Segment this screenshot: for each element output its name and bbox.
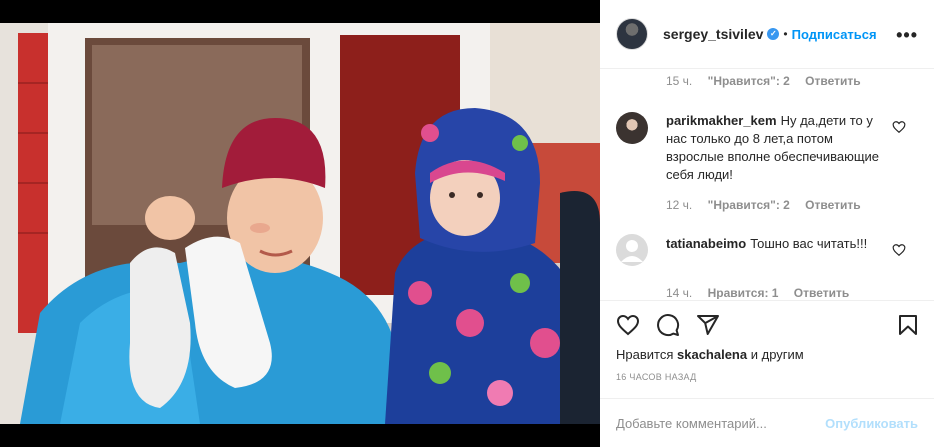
comment-meta: 15 ч. "Нравится": 2 Ответить — [666, 74, 873, 88]
post-sidebar: sergey_tsivilev ✓ • Подписаться ••• 15 ч… — [600, 0, 934, 447]
author-username[interactable]: sergey_tsivilev — [663, 26, 763, 42]
comment-time[interactable]: 15 ч. — [666, 74, 692, 88]
likes-summary: Нравится skachalena и другим — [616, 347, 804, 362]
comment-input[interactable]: Добавьте комментарий... — [616, 416, 825, 431]
post-timestamp[interactable]: 16 ЧАСОВ НАЗАД — [616, 372, 697, 382]
comment-meta: 14 ч. Нравится: 1 Ответить — [666, 286, 861, 299]
comment-likes[interactable]: "Нравится": 2 — [708, 198, 790, 212]
likes-user[interactable]: skachalena — [677, 347, 747, 362]
comment-time[interactable]: 14 ч. — [666, 286, 692, 299]
header-separator: • — [783, 27, 788, 41]
comment-meta: 12 ч. "Нравится": 2 Ответить — [666, 198, 873, 212]
comment-body: parikmakher_kem Ну да,дети то у нас тольк… — [666, 112, 886, 184]
more-icon[interactable]: ••• — [896, 25, 918, 46]
bookmark-icon[interactable] — [896, 313, 920, 337]
photo-image — [0, 23, 600, 424]
reply-button[interactable]: Ответить — [805, 198, 860, 212]
post-header: sergey_tsivilev ✓ • Подписаться ••• — [600, 0, 934, 69]
author-avatar[interactable] — [616, 18, 648, 50]
comment-text: Тошно вас читать!!! — [750, 236, 868, 251]
add-comment-bar: Добавьте комментарий... Опубликовать — [600, 398, 934, 447]
comment-likes[interactable]: "Нравится": 2 — [708, 74, 790, 88]
comment-like-heart-icon[interactable] — [892, 120, 906, 134]
default-avatar-icon — [621, 240, 643, 262]
comment-icon[interactable] — [656, 313, 680, 337]
verified-icon: ✓ — [767, 28, 780, 40]
reply-button[interactable]: Ответить — [794, 286, 849, 299]
post-photo[interactable] — [0, 23, 600, 424]
heart-icon[interactable] — [616, 313, 640, 337]
comment-avatar-default[interactable] — [616, 234, 648, 266]
reply-button[interactable]: Ответить — [805, 74, 860, 88]
comments-list[interactable]: 15 ч. "Нравится": 2 Ответить parikmakher… — [600, 70, 934, 299]
likes-prefix: Нравится — [616, 347, 674, 362]
likes-suffix[interactable]: и другим — [751, 347, 804, 362]
comment-like-heart-icon[interactable] — [892, 243, 906, 257]
publish-button[interactable]: Опубликовать — [825, 416, 918, 431]
share-icon[interactable] — [696, 313, 720, 337]
comment-likes[interactable]: Нравится: 1 — [708, 286, 779, 299]
comment-username[interactable]: tatianabeimo — [666, 236, 746, 251]
comment-avatar[interactable] — [616, 112, 648, 144]
follow-button[interactable]: Подписаться — [792, 27, 877, 42]
comment-username[interactable]: parikmakher_kem — [666, 113, 777, 128]
instagram-post-view: sergey_tsivilev ✓ • Подписаться ••• 15 ч… — [0, 0, 934, 447]
comment-body: tatianabeimo Тошно вас читать!!! — [666, 235, 886, 253]
comment-time[interactable]: 12 ч. — [666, 198, 692, 212]
